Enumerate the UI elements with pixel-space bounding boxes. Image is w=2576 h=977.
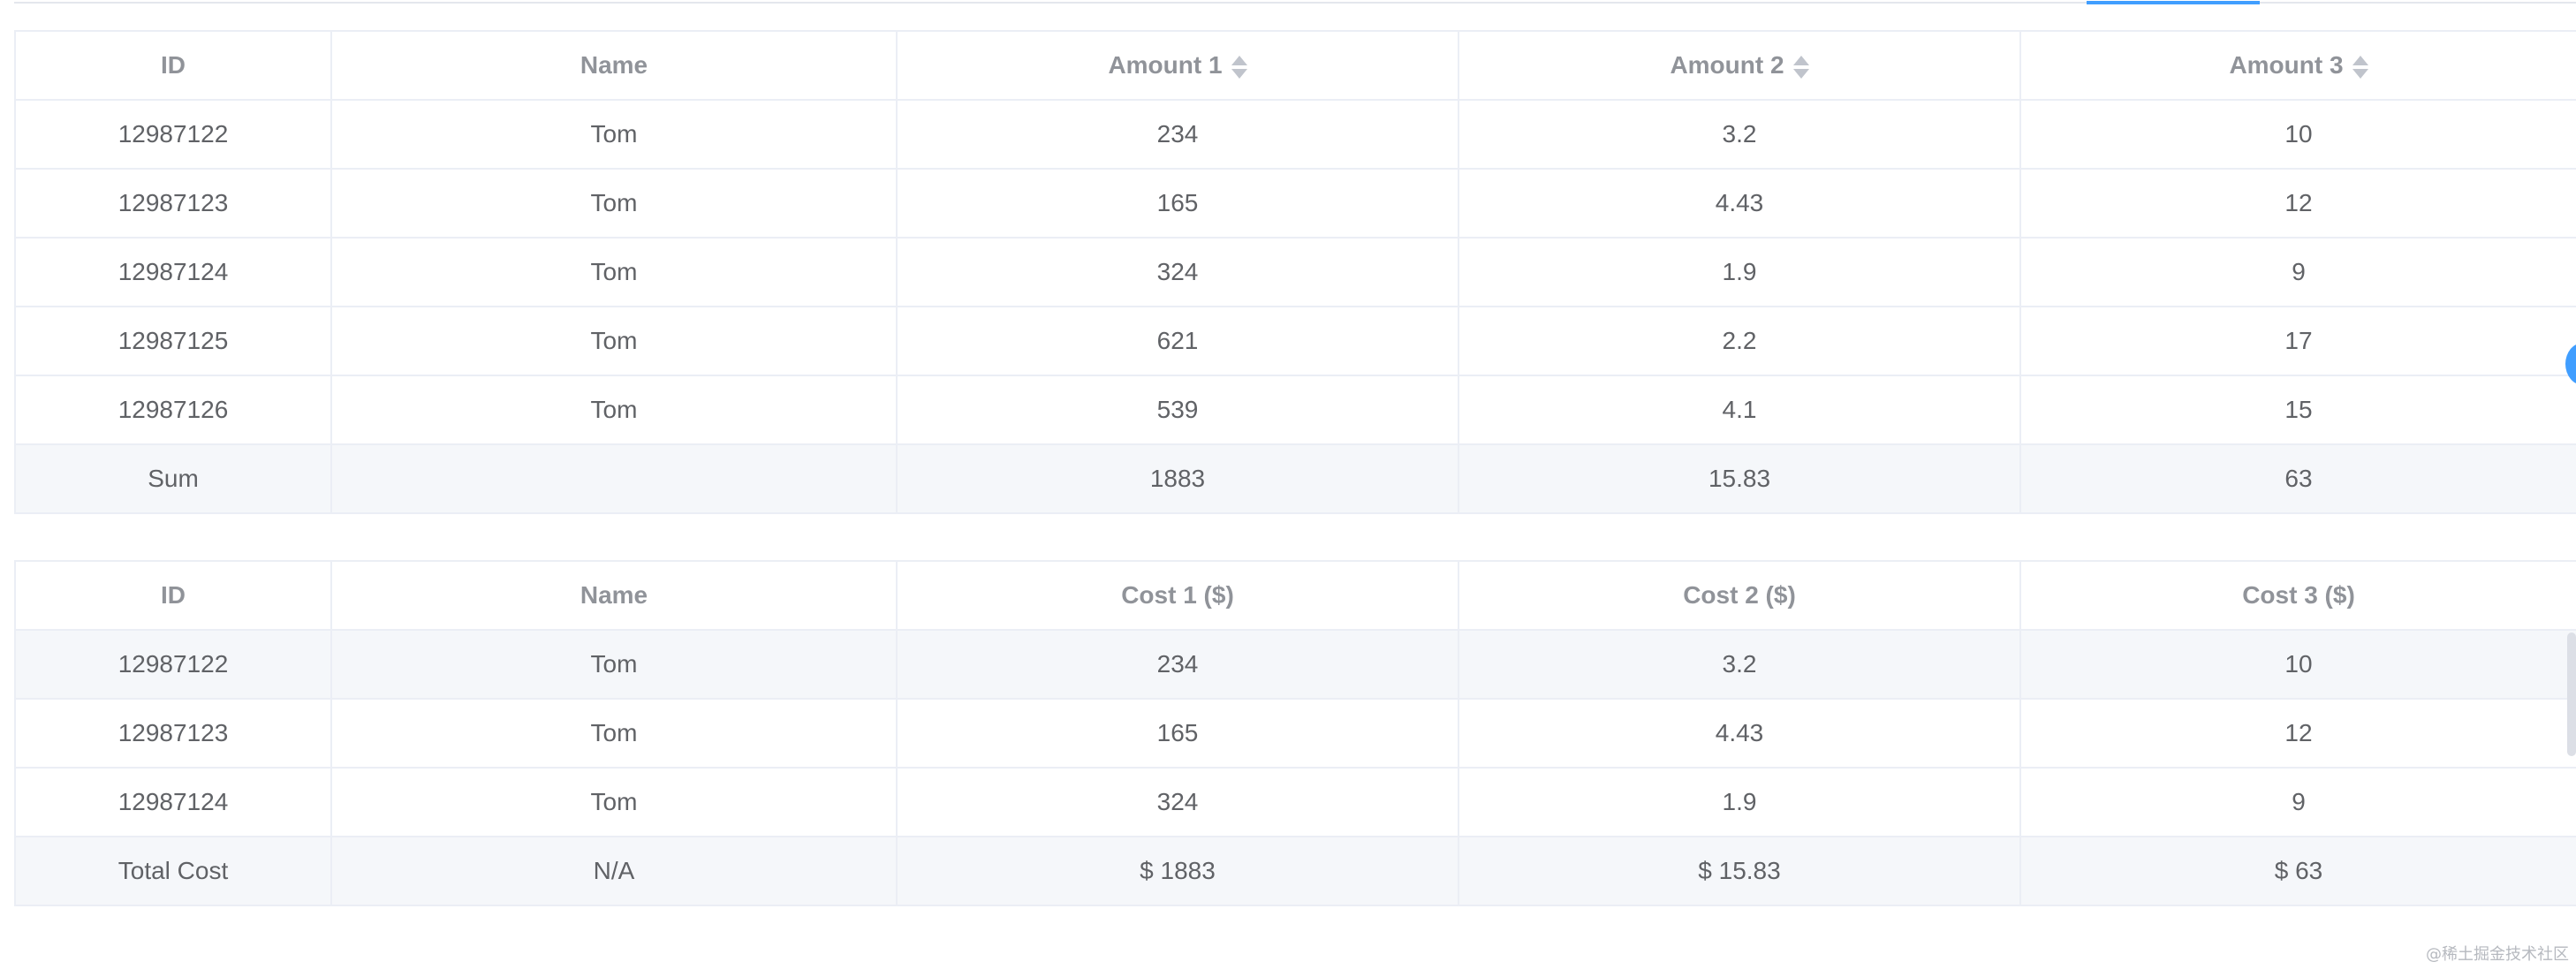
- sort-caret-icon[interactable]: [1792, 55, 1809, 80]
- sort-ascending-icon[interactable]: [1792, 55, 1809, 65]
- cell-amount-2: 2.2: [1458, 306, 2021, 376]
- sort-caret-icon[interactable]: [2352, 55, 2368, 80]
- cell-cost-1: 165: [896, 698, 1459, 769]
- header-amount-1-label: Amount 1: [1108, 51, 1223, 79]
- cell-cost-2: 3.2: [1458, 629, 2021, 700]
- header-amount-2-label: Amount 2: [1670, 51, 1784, 79]
- cell-amount-1: 234: [896, 99, 1459, 170]
- cell-name: Tom: [330, 168, 898, 239]
- cell-amount-2: 4.43: [1458, 168, 2021, 239]
- cell-id: 12987122: [14, 629, 332, 700]
- cell-cost-3: 10: [2019, 629, 2576, 700]
- header-id: ID: [14, 560, 332, 631]
- cell-cost-1: 324: [896, 767, 1459, 837]
- cell-amount-2: 1.9: [1458, 237, 2021, 307]
- cell-amount-3: 17: [2019, 306, 2576, 376]
- cell-cost-3: 12: [2019, 698, 2576, 769]
- cell-name: Tom: [330, 629, 898, 700]
- active-tab-indicator: [2087, 1, 2260, 4]
- header-row: ID Name Cost 1 ($) Cost 2 ($) Cost 3 ($): [14, 560, 2576, 631]
- cell-amount-3: 15: [2019, 375, 2576, 445]
- summary-cost-2: $ 15.83: [1458, 836, 2021, 906]
- header-amount-3[interactable]: Amount 3: [2019, 30, 2576, 101]
- summary-amount-3: 63: [2019, 443, 2576, 514]
- cell-name: Tom: [330, 306, 898, 376]
- cell-amount-3: 10: [2019, 99, 2576, 170]
- header-row: ID Name Amount 1 Amount 2 Amount 3: [14, 30, 2576, 101]
- cell-amount-3: 9: [2019, 237, 2576, 307]
- summary-label: Total Cost: [14, 836, 332, 906]
- cell-amount-1: 539: [896, 375, 1459, 445]
- table-row: 12987125 Tom 621 2.2 17: [14, 306, 2576, 376]
- header-amount-3-label: Amount 3: [2229, 51, 2344, 79]
- header-name: Name: [330, 30, 898, 101]
- cell-id: 12987124: [14, 237, 332, 307]
- summary-cost-1: $ 1883: [896, 836, 1459, 906]
- cell-amount-3: 12: [2019, 168, 2576, 239]
- sort-ascending-icon[interactable]: [1231, 55, 1247, 65]
- table-row: 12987123 Tom 165 4.43 12: [14, 698, 2576, 769]
- watermark: @稀土掘金技术社区: [2426, 945, 2569, 964]
- scrollbar-thumb[interactable]: [2567, 632, 2576, 756]
- cell-amount-2: 4.1: [1458, 375, 2021, 445]
- summary-name: [330, 443, 898, 514]
- table-row: 12987124 Tom 324 1.9 9: [14, 767, 2576, 837]
- summary-row: Total Cost N/A $ 1883 $ 15.83 $ 63: [14, 836, 2576, 906]
- header-cost-1: Cost 1 ($): [896, 560, 1459, 631]
- header-id: ID: [14, 30, 332, 101]
- cell-amount-1: 324: [896, 237, 1459, 307]
- cell-id: 12987124: [14, 767, 332, 837]
- summary-row: Sum 1883 15.83 63: [14, 443, 2576, 514]
- header-amount-2[interactable]: Amount 2: [1458, 30, 2021, 101]
- cell-name: Tom: [330, 698, 898, 769]
- sort-caret-icon[interactable]: [1231, 55, 1247, 80]
- cell-name: Tom: [330, 375, 898, 445]
- table-row: 12987126 Tom 539 4.1 15: [14, 375, 2576, 445]
- cell-cost-1: 234: [896, 629, 1459, 700]
- cell-id: 12987122: [14, 99, 332, 170]
- header-name: Name: [330, 560, 898, 631]
- summary-label: Sum: [14, 443, 332, 514]
- sort-descending-icon[interactable]: [2352, 68, 2368, 79]
- cell-id: 12987126: [14, 375, 332, 445]
- table-row: 12987122 Tom 234 3.2 10: [14, 629, 2576, 700]
- cell-amount-2: 3.2: [1458, 99, 2021, 170]
- header-cost-3: Cost 3 ($): [2019, 560, 2576, 631]
- summary-cost-3: $ 63: [2019, 836, 2576, 906]
- sort-ascending-icon[interactable]: [2352, 55, 2368, 65]
- cell-cost-3: 9: [2019, 767, 2576, 837]
- header-cost-2: Cost 2 ($): [1458, 560, 2021, 631]
- sort-descending-icon[interactable]: [1231, 68, 1247, 79]
- table-row: 12987122 Tom 234 3.2 10: [14, 99, 2576, 170]
- cell-cost-2: 1.9: [1458, 767, 2021, 837]
- cell-name: Tom: [330, 99, 898, 170]
- sort-descending-icon[interactable]: [1792, 68, 1809, 79]
- amount-table: ID Name Amount 1 Amount 2 Amount 3 12987…: [14, 30, 2576, 514]
- cell-amount-1: 165: [896, 168, 1459, 239]
- summary-name: N/A: [330, 836, 898, 906]
- table-row: 12987123 Tom 165 4.43 12: [14, 168, 2576, 239]
- cell-cost-2: 4.43: [1458, 698, 2021, 769]
- cell-id: 12987123: [14, 168, 332, 239]
- cell-name: Tom: [330, 767, 898, 837]
- summary-amount-1: 1883: [896, 443, 1459, 514]
- cost-table: ID Name Cost 1 ($) Cost 2 ($) Cost 3 ($)…: [14, 560, 2576, 906]
- header-amount-1[interactable]: Amount 1: [896, 30, 1459, 101]
- cell-name: Tom: [330, 237, 898, 307]
- table-row: 12987124 Tom 324 1.9 9: [14, 237, 2576, 307]
- cell-amount-1: 621: [896, 306, 1459, 376]
- summary-amount-2: 15.83: [1458, 443, 2021, 514]
- cell-id: 12987125: [14, 306, 332, 376]
- cell-id: 12987123: [14, 698, 332, 769]
